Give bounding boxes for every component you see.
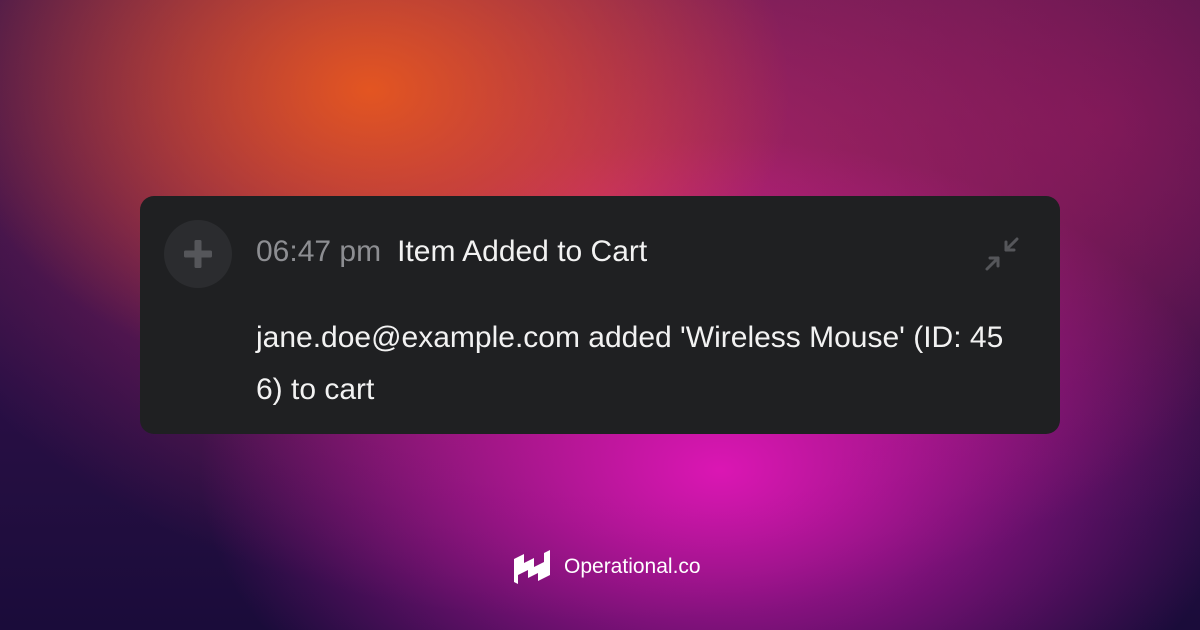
event-title: Item Added to Cart — [397, 235, 648, 268]
plus-icon — [184, 240, 212, 268]
collapse-arrows-icon[interactable] — [982, 234, 1022, 274]
event-message: jane.doe@example.com added 'Wireless Mou… — [256, 321, 1004, 406]
brand-footer: Operational.co — [512, 548, 701, 586]
notification-card: 06:47 pm Item Added to Cart jane.doe@exa… — [140, 196, 1060, 434]
operational-logo-icon — [514, 550, 550, 584]
brand-name[interactable]: Operational.co — [564, 555, 701, 579]
notification-header: 06:47 pm Item Added to Cart — [256, 232, 647, 272]
event-time: 06:47 pm — [256, 235, 382, 268]
event-avatar — [164, 220, 232, 288]
